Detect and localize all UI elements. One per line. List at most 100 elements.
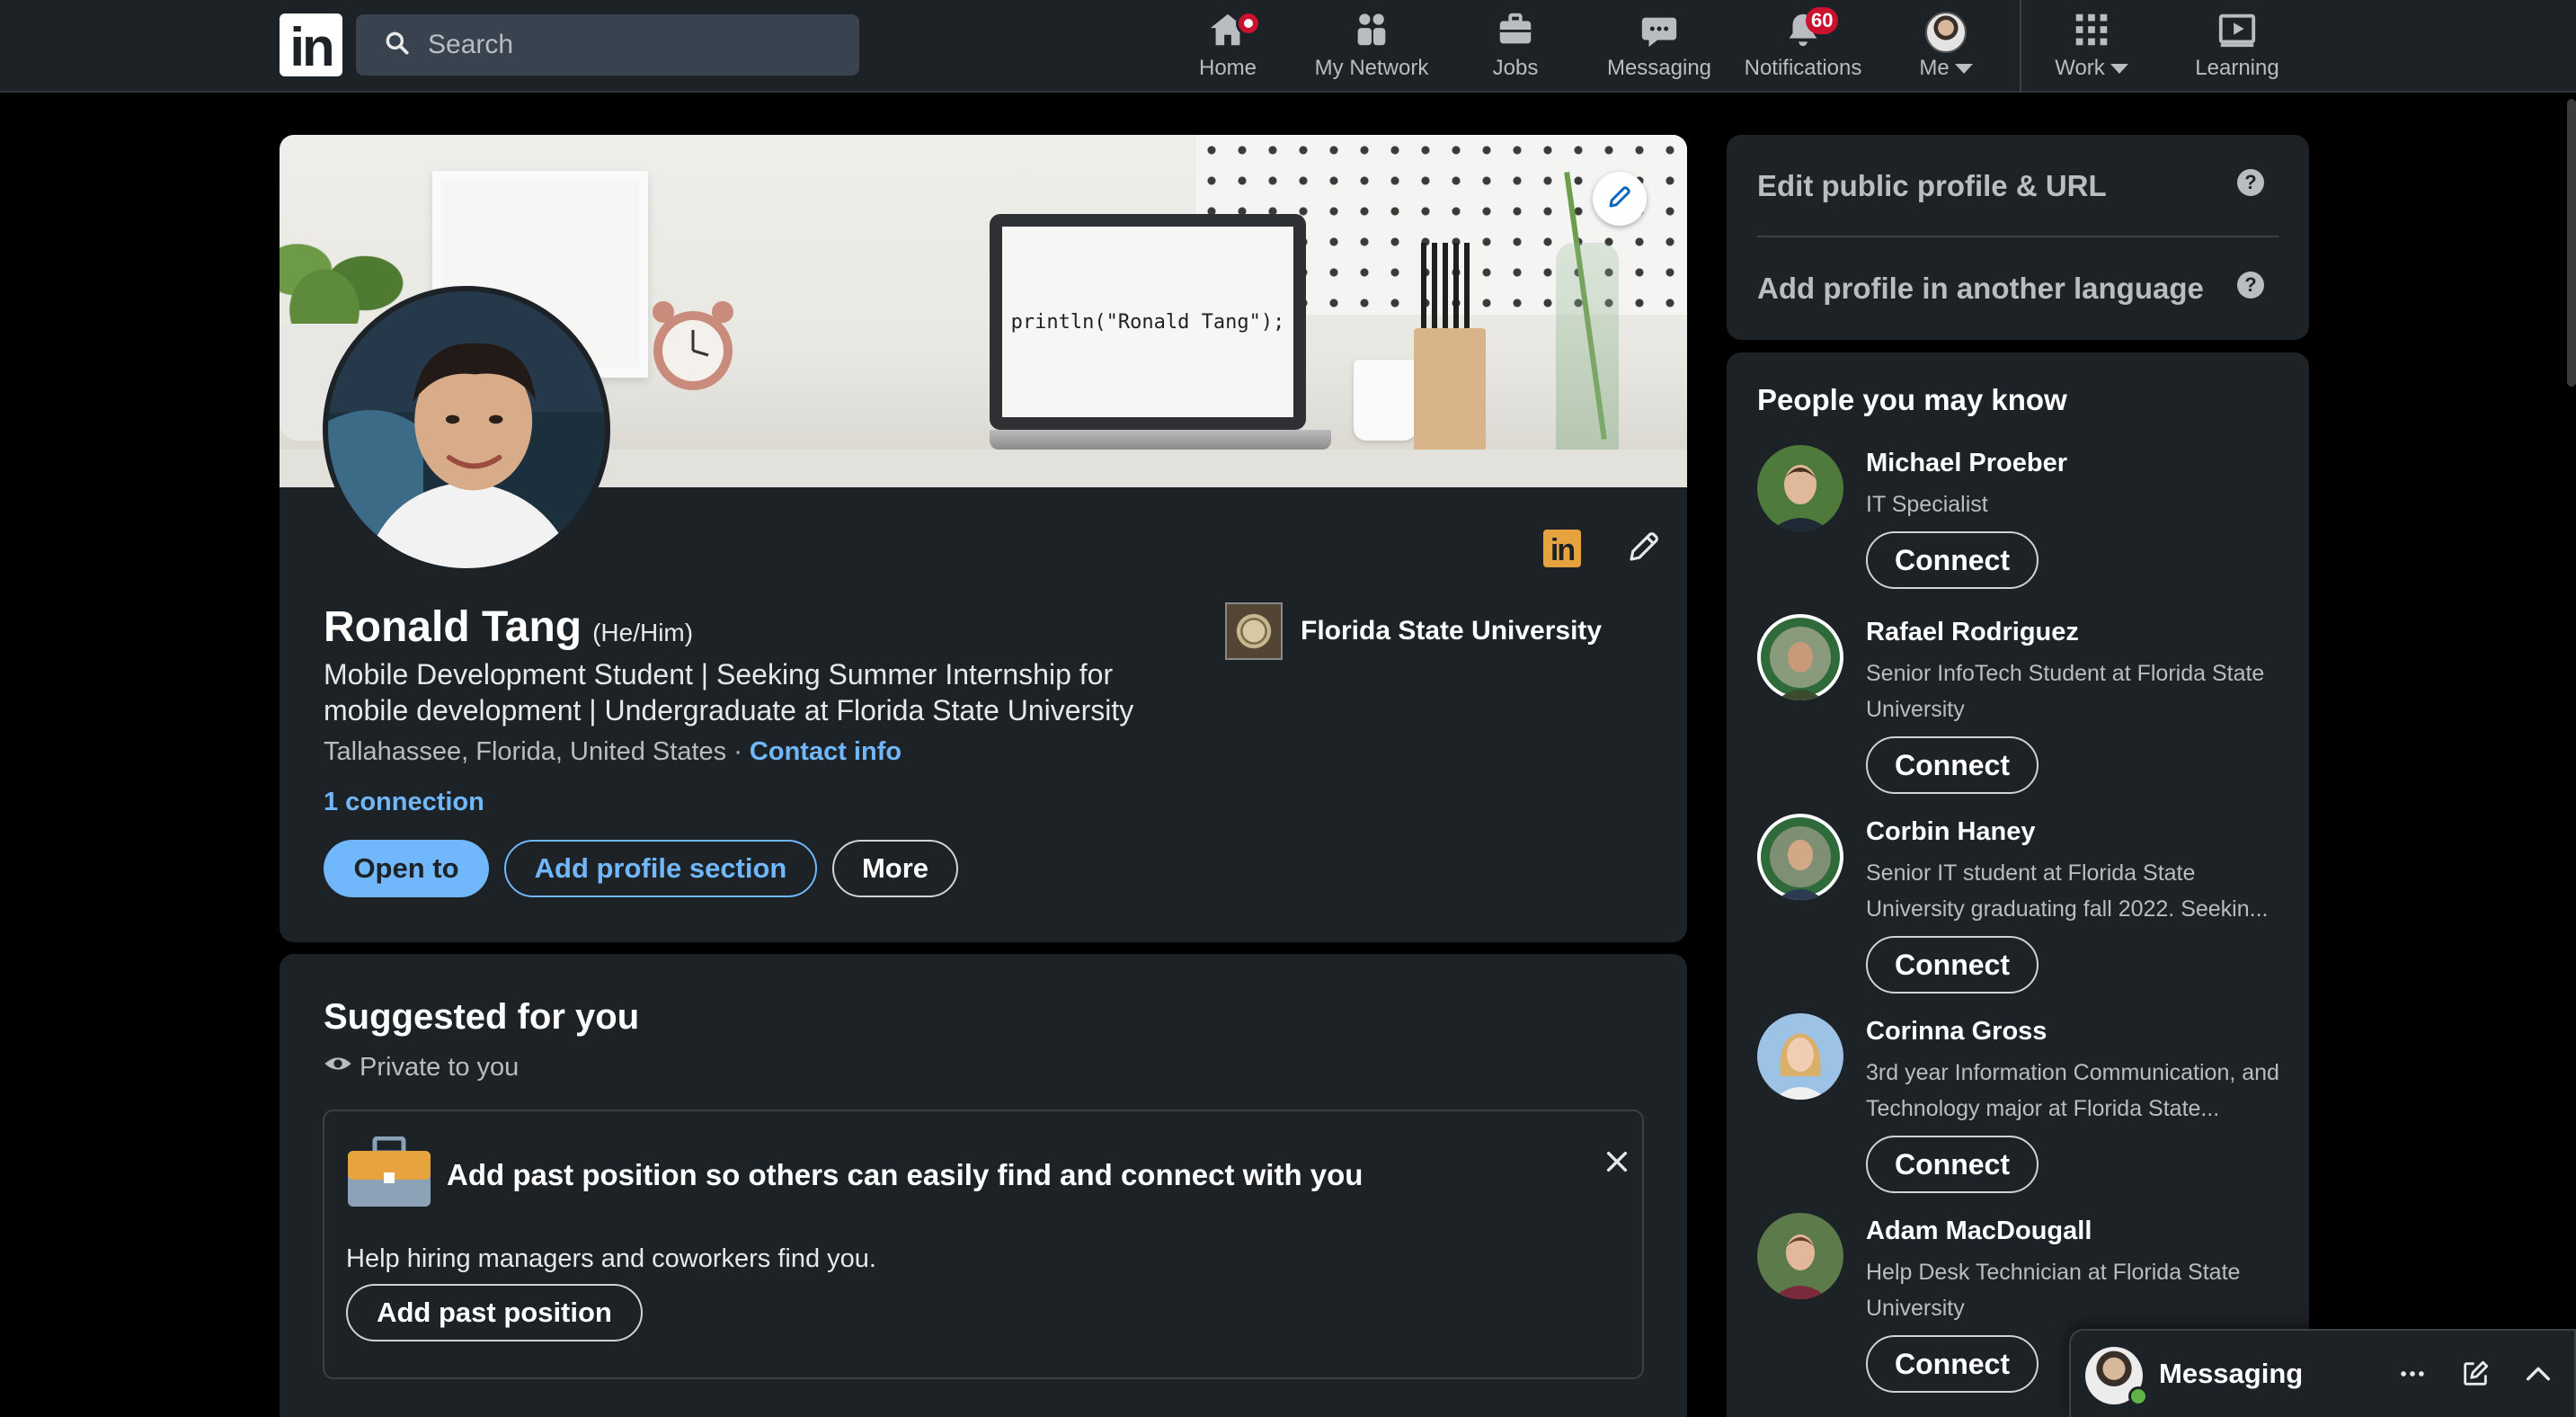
page-scrollbar[interactable]: [2567, 99, 2576, 387]
profile-headline: Mobile Development Student | Seeking Sum…: [324, 658, 1134, 726]
briefcase-icon: [346, 1136, 432, 1208]
name-row: Ronald Tang (He/Him): [324, 602, 693, 652]
cover-code-text: println("Ronald Tang");: [1002, 227, 1293, 417]
nav-notifications-label: Notifications: [1744, 56, 1862, 80]
laptop-decoration: println("Ronald Tang");: [990, 214, 1306, 430]
privacy-note: Private to you: [324, 1049, 519, 1085]
alarm-clock-icon: [644, 292, 742, 400]
notifications-badge: 60: [1806, 7, 1839, 34]
profile-name: Ronald Tang: [324, 603, 582, 651]
location-row: Tallahassee, Florida, United States · Co…: [324, 737, 902, 767]
linkedin-badge-button[interactable]: in: [1540, 526, 1585, 571]
nav-me-label: Me: [1919, 56, 1950, 80]
person-name[interactable]: Corbin Haney: [1866, 817, 2036, 847]
contact-info-link[interactable]: Contact info: [750, 737, 902, 766]
avatar: [1925, 12, 1967, 53]
public-profile-card: Edit public profile & URL ? Add profile …: [1727, 135, 2309, 340]
search-bar[interactable]: [356, 14, 859, 76]
nav-my-network[interactable]: My Network: [1303, 5, 1440, 88]
suggestion-title: Add past position so others can easily f…: [447, 1158, 1364, 1191]
nav-work-label: Work: [2055, 56, 2105, 80]
more-button[interactable]: More: [832, 840, 958, 897]
pencils-decoration: [1421, 243, 1475, 333]
add-profile-section-button[interactable]: Add profile section: [504, 840, 817, 897]
nav-messaging-label: Messaging: [1606, 56, 1712, 80]
connect-button[interactable]: Connect: [1866, 1335, 2039, 1393]
profile-card: println("Ronald Tang"); in Ronald Tang (…: [280, 135, 1687, 942]
avatar[interactable]: [1757, 814, 1843, 900]
messaging-dock[interactable]: Messaging: [2069, 1329, 2576, 1417]
people-you-may-know-card: People you may know Michael Proeber IT S…: [1727, 352, 2309, 1417]
learning-icon: [2216, 9, 2258, 57]
search-input[interactable]: [428, 30, 841, 60]
nav-jobs[interactable]: Jobs: [1474, 5, 1557, 88]
avatar[interactable]: [1757, 614, 1843, 700]
privacy-label: Private to you: [360, 1052, 520, 1082]
add-language-profile-link[interactable]: Add profile in another language: [1757, 272, 2204, 306]
profile-photo[interactable]: [323, 286, 610, 574]
education-link[interactable]: Florida State University: [1225, 602, 1602, 660]
network-icon: [1351, 9, 1392, 57]
profile-pronouns: (He/Him): [592, 619, 694, 646]
nav-learning-label: Learning: [2195, 56, 2279, 80]
person-name[interactable]: Rafael Rodriguez: [1866, 618, 2079, 647]
open-to-button[interactable]: Open to: [324, 840, 489, 897]
nav-work[interactable]: Work: [2042, 5, 2141, 88]
nav-messaging[interactable]: Messaging: [1596, 5, 1722, 88]
notification-dot: [1236, 11, 1261, 36]
more-options-icon[interactable]: [2394, 1356, 2430, 1392]
suggestion-box: Add past position so others can easily f…: [323, 1110, 1644, 1379]
person-headline: 3rd year Information Communication, and …: [1866, 1060, 2279, 1121]
pencil-cup-decoration: [1414, 328, 1486, 454]
suggestion-description: Help hiring managers and coworkers find …: [346, 1244, 876, 1273]
messaging-icon: [1639, 9, 1680, 57]
top-nav: in Home My Network Jobs: [0, 0, 2576, 93]
avatar[interactable]: [1757, 445, 1843, 531]
compose-icon[interactable]: [2457, 1356, 2493, 1392]
nav-learning[interactable]: Learning: [2181, 5, 2294, 88]
person-name[interactable]: Corinna Gross: [1866, 1017, 2047, 1047]
pencil-icon: [1625, 528, 1663, 570]
eye-icon: [324, 1049, 360, 1085]
close-icon[interactable]: [1599, 1144, 1635, 1180]
linkedin-logo[interactable]: in: [280, 13, 342, 77]
nav-notifications[interactable]: 60 Notifications: [1737, 5, 1870, 88]
person-headline: Help Desk Technician at Florida State Un…: [1866, 1260, 2241, 1321]
connect-button[interactable]: Connect: [1866, 1136, 2039, 1193]
mug-decoration: [1354, 360, 1417, 441]
person-name[interactable]: Adam MacDougall: [1866, 1216, 2092, 1246]
nav-home[interactable]: Home: [1186, 5, 1269, 88]
connect-button[interactable]: Connect: [1866, 736, 2039, 794]
nav-my-network-label: My Network: [1314, 56, 1429, 80]
help-icon[interactable]: ?: [2237, 272, 2264, 299]
edit-public-profile-link[interactable]: Edit public profile & URL: [1757, 169, 2107, 203]
search-icon: [383, 29, 412, 62]
add-past-position-button[interactable]: Add past position: [346, 1284, 643, 1341]
connections-link[interactable]: 1 connection: [324, 788, 484, 817]
edit-intro-button[interactable]: [1621, 526, 1666, 571]
person-headline: Senior IT student at Florida State Unive…: [1866, 860, 2269, 922]
laptop-base-decoration: [990, 430, 1331, 450]
divider: [1757, 236, 2278, 237]
nav-divider: [2020, 0, 2021, 93]
suggested-title: Suggested for you: [324, 997, 640, 1037]
people-title: People you may know: [1757, 383, 2067, 416]
connect-button[interactable]: Connect: [1866, 936, 2039, 994]
chevron-up-icon[interactable]: [2520, 1356, 2556, 1392]
person-headline: Senior InfoTech Student at Florida State…: [1866, 661, 2265, 722]
pencil-icon: [1606, 183, 1633, 215]
edit-cover-button[interactable]: [1593, 172, 1647, 226]
connect-button[interactable]: Connect: [1866, 531, 2039, 589]
profile-location: Tallahassee, Florida, United States: [324, 737, 727, 766]
jobs-icon: [1495, 9, 1536, 57]
avatar[interactable]: [1757, 1213, 1843, 1299]
separator: ·: [726, 737, 750, 766]
linkedin-icon: in: [1543, 530, 1581, 567]
nav-me[interactable]: Me: [1905, 5, 1986, 88]
help-icon[interactable]: ?: [2237, 169, 2264, 196]
person-name[interactable]: Michael Proeber: [1866, 449, 2067, 478]
avatar[interactable]: [1757, 1013, 1843, 1100]
messaging-dock-label: Messaging: [2159, 1358, 2304, 1389]
nav-home-label: Home: [1198, 56, 1257, 80]
online-status-icon: [2128, 1386, 2148, 1406]
